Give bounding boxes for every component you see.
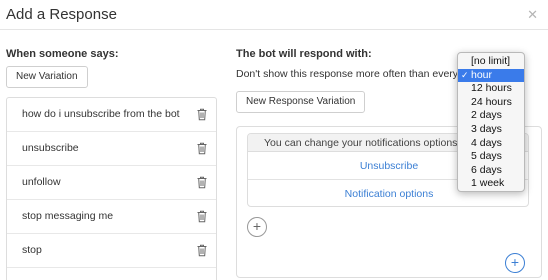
checkmark-icon: ✓ — [461, 69, 469, 80]
add-card-button[interactable]: + — [247, 217, 267, 237]
frequency-option[interactable]: 5 days — [458, 150, 524, 164]
frequency-option[interactable]: 4 days — [458, 137, 524, 151]
frequency-option[interactable]: [no limit] — [458, 55, 524, 69]
frequency-dropdown[interactable]: [no limit] ✓ hour 12 hours 24 hours 2 day… — [457, 52, 525, 192]
trash-icon[interactable] — [196, 244, 208, 257]
frequency-option[interactable]: 12 hours — [458, 82, 524, 96]
new-variation-button[interactable]: New Variation — [6, 66, 88, 88]
trigger-row[interactable]: stop — [7, 234, 216, 268]
trigger-list: how do i unsubscribe from the bot unsubs… — [6, 97, 217, 280]
dialog-header: Add a Response ✕ — [0, 0, 548, 30]
trash-icon[interactable] — [196, 142, 208, 155]
plus-icon: + — [252, 218, 262, 234]
trigger-row[interactable]: how do i unsubscribe from the bot — [7, 98, 216, 132]
trash-icon[interactable] — [196, 176, 208, 189]
frequency-option[interactable]: 6 days — [458, 164, 524, 178]
trigger-row[interactable]: stop messaging me — [7, 200, 216, 234]
frequency-option[interactable]: 2 days — [458, 109, 524, 123]
frequency-option[interactable]: 3 days — [458, 123, 524, 137]
trigger-text[interactable]: stop messaging me — [22, 210, 113, 222]
frequency-option[interactable]: 1 week — [458, 177, 524, 191]
trigger-row[interactable]: unfollow — [7, 166, 216, 200]
trash-icon[interactable] — [196, 210, 208, 223]
triggers-heading: When someone says: — [6, 48, 119, 60]
plus-icon: + — [510, 254, 520, 270]
close-icon[interactable]: ✕ — [527, 7, 538, 23]
dialog-title: Add a Response — [6, 6, 117, 23]
trigger-text[interactable]: how do i unsubscribe from the bot — [22, 108, 180, 120]
response-heading: The bot will respond with: — [236, 48, 372, 60]
add-response-button[interactable]: + — [505, 253, 525, 273]
trigger-row[interactable]: unsubscribe — [7, 132, 216, 166]
frequency-limit-label: Don't show this response more often than… — [236, 68, 461, 80]
trigger-text[interactable]: unfollow — [22, 176, 61, 188]
frequency-option-selected[interactable]: ✓ hour — [458, 68, 524, 83]
frequency-option-label: hour — [471, 68, 493, 81]
trigger-text[interactable]: stop — [22, 244, 42, 256]
new-response-variation-button[interactable]: New Response Variation — [236, 91, 366, 113]
frequency-option[interactable]: 24 hours — [458, 96, 524, 110]
trigger-text[interactable]: unsubscribe — [22, 142, 79, 154]
trash-icon[interactable] — [196, 108, 208, 121]
